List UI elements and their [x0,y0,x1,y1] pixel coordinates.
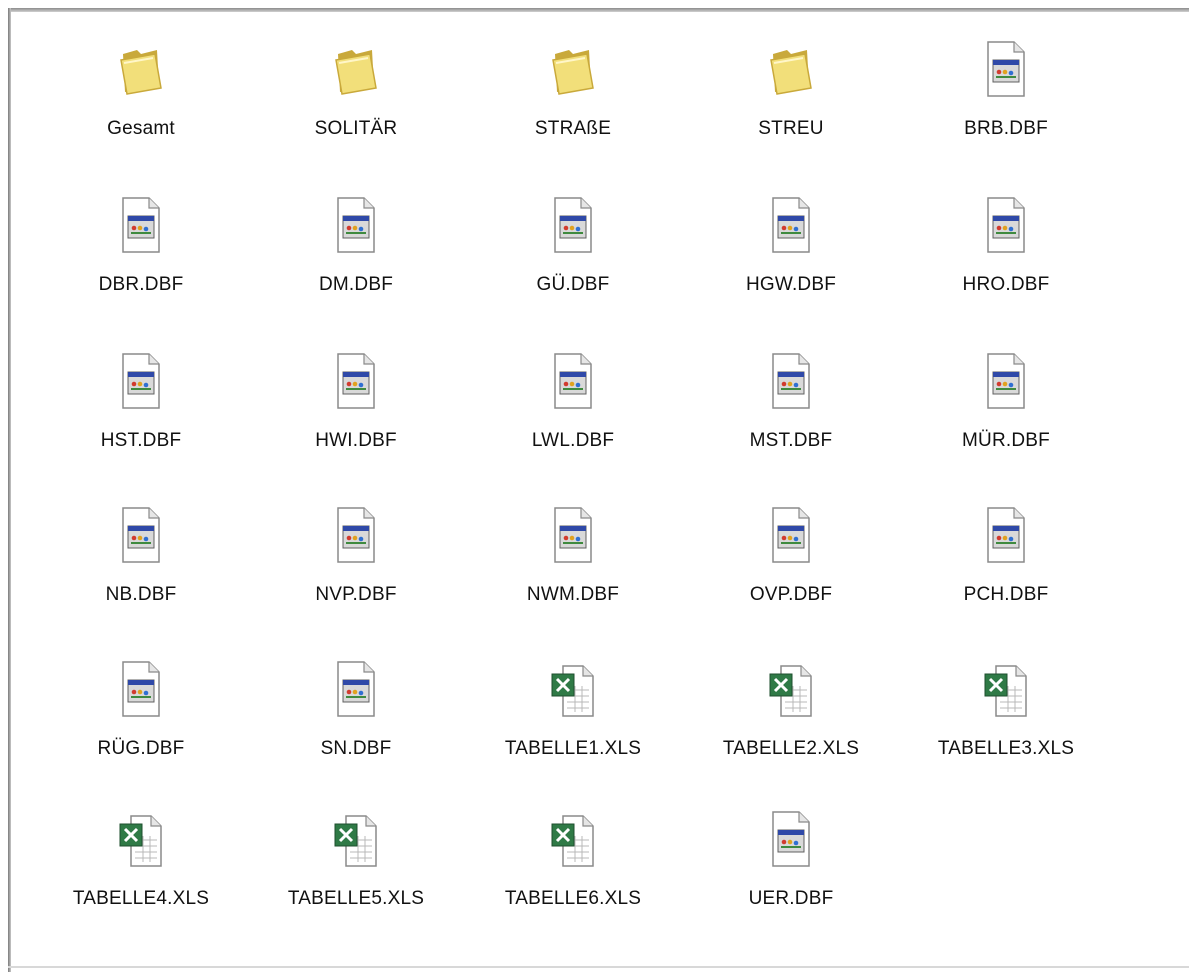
file-item[interactable]: DM.DBF [256,186,456,326]
file-item[interactable]: PCH.DBF [906,496,1106,636]
folder-item[interactable]: SOLITÄR [256,30,456,170]
dbf-file-icon [332,196,380,254]
file-item[interactable]: HST.DBF [41,342,241,482]
file-item[interactable]: BRB.DBF [906,30,1106,170]
file-item[interactable]: OVP.DBF [691,496,891,636]
file-item[interactable]: SN.DBF [256,650,456,790]
folder-icon [117,40,165,98]
file-item[interactable]: HGW.DBF [691,186,891,326]
file-item[interactable]: TABELLE6.XLS [473,800,673,940]
item-label: MST.DBF [749,430,833,451]
file-icon-grid: Gesamt SOLITÄR STRAßE STREU BRB.DBF DBR.DBF DM… [11,12,1189,966]
file-item[interactable]: MÜR.DBF [906,342,1106,482]
excel-file-icon [549,660,597,718]
dbf-file-icon [549,506,597,564]
dbf-file-icon [117,196,165,254]
item-label: TABELLE6.XLS [504,888,642,909]
file-item[interactable]: UER.DBF [691,800,891,940]
item-label: NWM.DBF [526,584,620,605]
excel-file-icon [117,810,165,868]
file-item[interactable]: TABELLE5.XLS [256,800,456,940]
dbf-file-icon [767,810,815,868]
folder-icon [549,40,597,98]
item-label: NB.DBF [105,584,177,605]
item-label: UER.DBF [748,888,834,909]
excel-file-icon [549,810,597,868]
folder-item[interactable]: STRAßE [473,30,673,170]
folder-item[interactable]: STREU [691,30,891,170]
file-item[interactable]: HWI.DBF [256,342,456,482]
item-label: RÜG.DBF [97,738,185,759]
file-item[interactable]: DBR.DBF [41,186,241,326]
folder-icon [767,40,815,98]
excel-file-icon [767,660,815,718]
item-label: DBR.DBF [98,274,184,295]
dbf-file-icon [332,506,380,564]
folder-icon [332,40,380,98]
item-label: STRAßE [534,118,612,139]
file-item[interactable]: TABELLE2.XLS [691,650,891,790]
item-label: TABELLE3.XLS [937,738,1075,759]
item-label: NVP.DBF [315,584,397,605]
item-label: HST.DBF [100,430,182,451]
dbf-file-icon [767,506,815,564]
item-label: TABELLE2.XLS [722,738,860,759]
item-label: SOLITÄR [314,118,398,139]
file-item[interactable]: TABELLE1.XLS [473,650,673,790]
file-item[interactable]: NB.DBF [41,496,241,636]
folder-item[interactable]: Gesamt [41,30,241,170]
dbf-file-icon [117,660,165,718]
item-label: BRB.DBF [964,118,1048,139]
item-label: HWI.DBF [315,430,397,451]
excel-file-icon [332,810,380,868]
file-browser-window: Gesamt SOLITÄR STRAßE STREU BRB.DBF DBR.DBF DM… [0,0,1189,972]
window-frame-bottom [8,966,1189,968]
file-item[interactable]: MST.DBF [691,342,891,482]
item-label: STREU [758,118,824,139]
dbf-file-icon [549,352,597,410]
dbf-file-icon [117,506,165,564]
file-item[interactable]: NVP.DBF [256,496,456,636]
dbf-file-icon [117,352,165,410]
file-item[interactable]: HRO.DBF [906,186,1106,326]
item-label: HGW.DBF [745,274,837,295]
file-item[interactable]: TABELLE4.XLS [41,800,241,940]
file-item[interactable]: NWM.DBF [473,496,673,636]
dbf-file-icon [767,352,815,410]
item-label: TABELLE5.XLS [287,888,425,909]
item-label: SN.DBF [320,738,392,759]
item-label: GÜ.DBF [536,274,610,295]
item-label: TABELLE1.XLS [504,738,642,759]
file-item[interactable]: GÜ.DBF [473,186,673,326]
dbf-file-icon [332,352,380,410]
file-item[interactable]: TABELLE3.XLS [906,650,1106,790]
dbf-file-icon [982,352,1030,410]
item-label: HRO.DBF [962,274,1050,295]
item-label: TABELLE4.XLS [72,888,210,909]
dbf-file-icon [982,506,1030,564]
item-label: DM.DBF [318,274,394,295]
item-label: Gesamt [107,118,175,139]
item-label: OVP.DBF [749,584,833,605]
item-label: PCH.DBF [963,584,1049,605]
dbf-file-icon [332,660,380,718]
file-item[interactable]: RÜG.DBF [41,650,241,790]
item-label: LWL.DBF [531,430,615,451]
dbf-file-icon [767,196,815,254]
dbf-file-icon [982,40,1030,98]
dbf-file-icon [549,196,597,254]
file-item[interactable]: LWL.DBF [473,342,673,482]
dbf-file-icon [982,196,1030,254]
item-label: MÜR.DBF [962,430,1050,451]
excel-file-icon [982,660,1030,718]
